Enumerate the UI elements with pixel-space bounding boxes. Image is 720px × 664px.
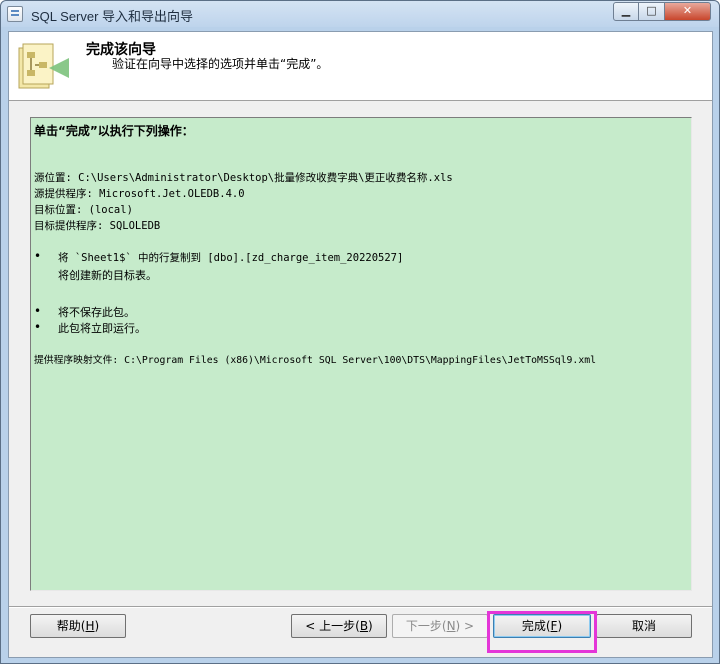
next-access-key: N <box>446 619 456 633</box>
no-save-line: 将不保存此包。 <box>58 306 135 319</box>
back-label: < 上一步( <box>305 619 360 633</box>
bullet-icon: • <box>34 320 42 334</box>
run-now-line: 此包将立即运行。 <box>58 322 146 335</box>
next-button[interactable]: 下一步(N) > <box>392 614 488 638</box>
help-button[interactable]: 帮助(H) <box>30 614 126 638</box>
next-label: 下一步( <box>405 619 447 633</box>
button-separator <box>9 606 712 608</box>
wizard-header: 完成该向导 验证在向导中选择的选项并单击“完成”。 <box>9 32 712 101</box>
app-icon <box>7 6 23 22</box>
create-table-line: 将创建新的目标表。 <box>58 269 157 282</box>
wizard-window: SQL Server 导入和导出向导 ▁ □ ✕ 完成该向导 验证在向导中选择的… <box>0 0 720 664</box>
mapping-file-line: 提供程序映射文件: C:\Program Files (x86)\Microso… <box>34 355 597 366</box>
source-provider: 源提供程序: Microsoft.Jet.OLEDB.4.0 <box>34 188 245 200</box>
help-access-key: H <box>85 619 95 633</box>
minimize-button[interactable]: ▁ <box>613 2 639 21</box>
cancel-button[interactable]: 取消 <box>596 614 692 638</box>
copy-rows-line: 将 `Sheet1$` 中的行复制到 [dbo].[zd_charge_item… <box>58 252 404 264</box>
summary-heading: 单击“完成”以执行下列操作： <box>34 124 194 138</box>
window-title: SQL Server 导入和导出向导 <box>31 9 194 24</box>
destination-provider: 目标提供程序: SQLOLEDB <box>34 220 161 232</box>
wizard-icon <box>18 43 69 89</box>
page-subtitle: 验证在向导中选择的选项并单击“完成”。 <box>112 57 329 71</box>
finish-highlight-box <box>487 611 597 653</box>
source-location: 源位置: C:\Users\Administrator\Desktop\批量修改… <box>34 172 453 184</box>
wizard-client-area: 完成该向导 验证在向导中选择的选项并单击“完成”。 单击“完成”以执行下列操作：… <box>8 31 713 658</box>
help-paren: ) <box>94 619 100 633</box>
back-access-key: B <box>359 619 369 633</box>
close-button[interactable]: ✕ <box>665 2 711 21</box>
summary-textbox[interactable]: 单击“完成”以执行下列操作： 源位置: C:\Users\Administrat… <box>30 117 692 591</box>
back-paren: ) <box>368 619 373 633</box>
bullet-icon: • <box>34 304 42 318</box>
title-bar[interactable]: SQL Server 导入和导出向导 ▁ □ ✕ <box>1 1 719 27</box>
bullet-icon: • <box>34 249 42 263</box>
next-suffix: ) > <box>455 619 475 633</box>
help-label: 帮助( <box>56 619 86 633</box>
back-button[interactable]: < 上一步(B) <box>291 614 387 638</box>
destination-location: 目标位置: (local) <box>34 204 133 216</box>
maximize-button[interactable]: □ <box>639 2 665 21</box>
